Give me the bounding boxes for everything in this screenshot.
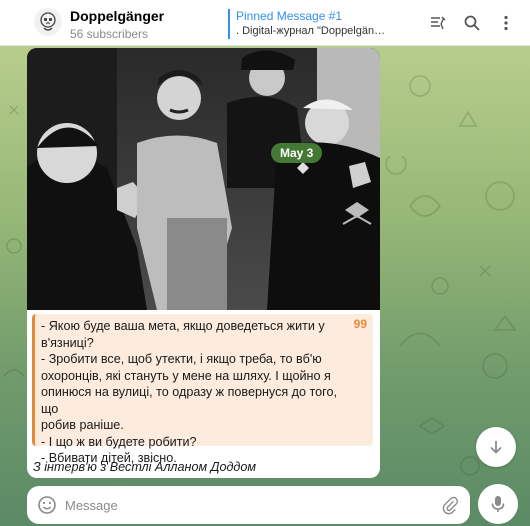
quote-line: робив раніше. — [41, 418, 124, 432]
pinned-list-icon — [431, 16, 446, 30]
channel-post: May 3 99 - Якою буде ваша мета, якщо дов… — [27, 48, 380, 478]
search-icon — [464, 15, 480, 31]
emoji-smile-icon — [38, 496, 56, 514]
arrow-down-icon — [490, 441, 502, 454]
quote-block: 99 - Якою буде ваша мета, якщо доведетьс… — [32, 314, 373, 465]
pinned-message-text: . Digital-журнал "Doppelgäng... — [236, 25, 388, 37]
pinned-message-bar[interactable]: Pinned Message #1 . Digital-журнал "Dopp… — [228, 9, 388, 39]
more-vertical-icon — [504, 15, 508, 31]
scroll-down-button[interactable] — [476, 427, 516, 467]
pinned-message-title: Pinned Message #1 — [236, 9, 343, 23]
photo-illustration — [27, 48, 380, 310]
quote-line: - І що ж ви будете робити? — [41, 434, 197, 449]
message-input[interactable] — [65, 490, 425, 520]
chat-header: Doppelgänger 56 subscribers Pinned Messa… — [0, 0, 530, 46]
quote-line: - Зробити все, щоб утекти, і якщо треба,… — [41, 352, 322, 366]
more-menu-button[interactable] — [496, 13, 516, 33]
post-caption: З інтерв'ю з Вестлі Алланом Доддом — [33, 460, 257, 474]
date-badge: May 3 — [271, 143, 323, 163]
pinned-list-button[interactable] — [428, 13, 448, 33]
microphone-icon — [491, 496, 505, 512]
search-button[interactable] — [462, 13, 482, 33]
quote-line: охоронців, які стануть у мене на шляху. … — [41, 368, 331, 383]
channel-name[interactable]: Doppelgänger — [70, 8, 164, 24]
voice-record-button[interactable] — [478, 484, 518, 524]
quote-line: в'язниці? — [41, 335, 94, 350]
emoji-button[interactable] — [37, 495, 57, 515]
channel-avatar[interactable] — [34, 8, 62, 36]
skull-logo-icon — [40, 12, 56, 31]
post-photo[interactable] — [27, 48, 380, 310]
quote-icon: 99 — [353, 317, 367, 331]
attach-button[interactable] — [440, 495, 460, 515]
subscriber-count: 56 subscribers — [70, 27, 149, 41]
message-composer — [27, 486, 470, 524]
quote-line: опинюся на вулиці, то одразу ж повернуся… — [41, 385, 337, 416]
paperclip-icon — [442, 496, 458, 515]
quote-line: - Якою буде ваша мета, якщо доведеться ж… — [41, 319, 325, 333]
